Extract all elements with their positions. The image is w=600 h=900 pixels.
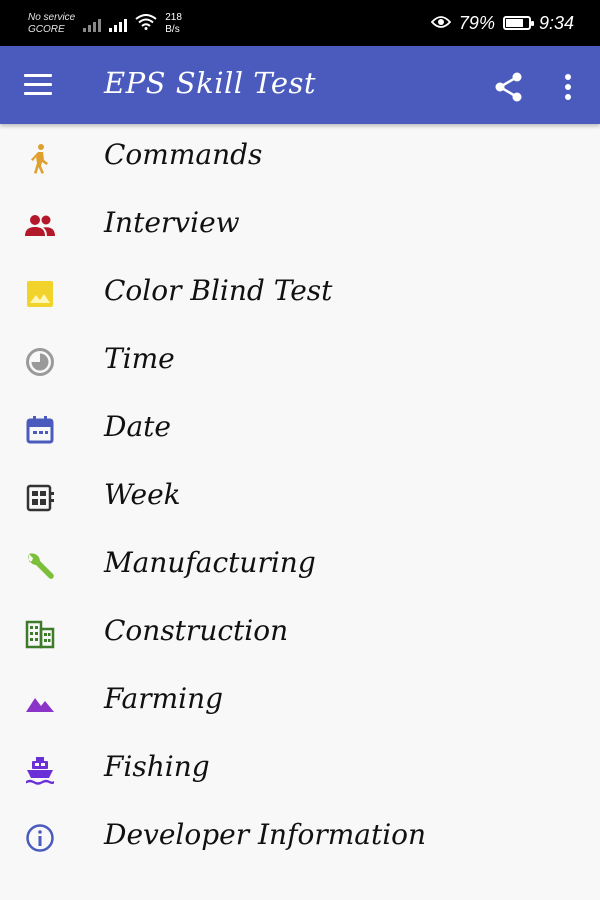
clock-icon xyxy=(24,346,56,378)
menu-item-label: Construction xyxy=(104,614,289,647)
carrier-name: GCORE xyxy=(28,24,65,35)
menu-item-color-blind-test[interactable]: Color Blind Test xyxy=(0,260,600,328)
hamburger-menu-icon[interactable] xyxy=(24,72,54,98)
carrier-status: No service xyxy=(28,12,76,23)
menu-item-label: Week xyxy=(104,478,181,511)
status-bar: No service GCORE 218 B/s 79% 9:34 xyxy=(0,0,600,46)
menu-item-manufacturing[interactable]: Manufacturing xyxy=(0,532,600,600)
more-options-icon[interactable] xyxy=(556,70,580,104)
menu-item-farming[interactable]: Farming xyxy=(0,668,600,736)
menu-item-developer-information[interactable]: Developer Information xyxy=(0,804,600,872)
menu-item-construction[interactable]: Construction xyxy=(0,600,600,668)
boat-icon xyxy=(24,754,56,786)
walking-person-icon xyxy=(24,142,56,174)
menu-item-label: Date xyxy=(104,410,171,443)
wrench-icon xyxy=(24,550,56,582)
speed-unit: B/s xyxy=(165,24,180,35)
app-screen: No service GCORE 218 B/s 79% 9:34 EPS Sk… xyxy=(0,0,600,900)
app-bar: EPS Skill Test xyxy=(0,46,600,124)
menu-item-time[interactable]: Time xyxy=(0,328,600,396)
menu-item-label: Time xyxy=(104,342,175,375)
building-icon xyxy=(24,618,56,650)
menu-item-date[interactable]: Date xyxy=(0,396,600,464)
menu-item-commands[interactable]: Commands xyxy=(0,124,600,192)
menu-item-label: Manufacturing xyxy=(104,546,316,579)
wifi-icon xyxy=(135,13,157,35)
week-grid-icon xyxy=(24,482,56,514)
carrier-info: No service GCORE xyxy=(28,12,75,36)
landscape-icon xyxy=(24,686,56,718)
menu-item-fishing[interactable]: Fishing xyxy=(0,736,600,804)
menu-item-label: Fishing xyxy=(104,750,210,783)
info-icon xyxy=(24,822,56,854)
menu-item-label: Interview xyxy=(104,206,240,239)
eye-comfort-icon xyxy=(430,13,452,34)
battery-percent: 79% xyxy=(458,12,495,33)
menu-item-label: Farming xyxy=(104,682,224,715)
people-icon xyxy=(24,210,56,242)
menu-item-label: Developer Information xyxy=(104,818,427,851)
share-icon[interactable] xyxy=(492,70,526,104)
image-icon xyxy=(24,278,56,310)
speed-value: 218 xyxy=(165,12,182,23)
clock-time: 9:34 xyxy=(538,12,574,33)
menu-list: Commands Interview Color Blind Test Time… xyxy=(0,124,600,872)
calendar-icon xyxy=(24,414,56,446)
signal-icon-sim1 xyxy=(83,16,102,32)
menu-item-label: Color Blind Test xyxy=(104,274,333,307)
battery-icon xyxy=(502,16,534,30)
menu-item-label: Commands xyxy=(104,138,263,171)
menu-item-week[interactable]: Week xyxy=(0,464,600,532)
menu-item-interview[interactable]: Interview xyxy=(0,192,600,260)
signal-icon-sim2 xyxy=(109,16,128,32)
network-speed: 218 B/s xyxy=(165,12,182,36)
app-title: EPS Skill Test xyxy=(104,66,317,100)
